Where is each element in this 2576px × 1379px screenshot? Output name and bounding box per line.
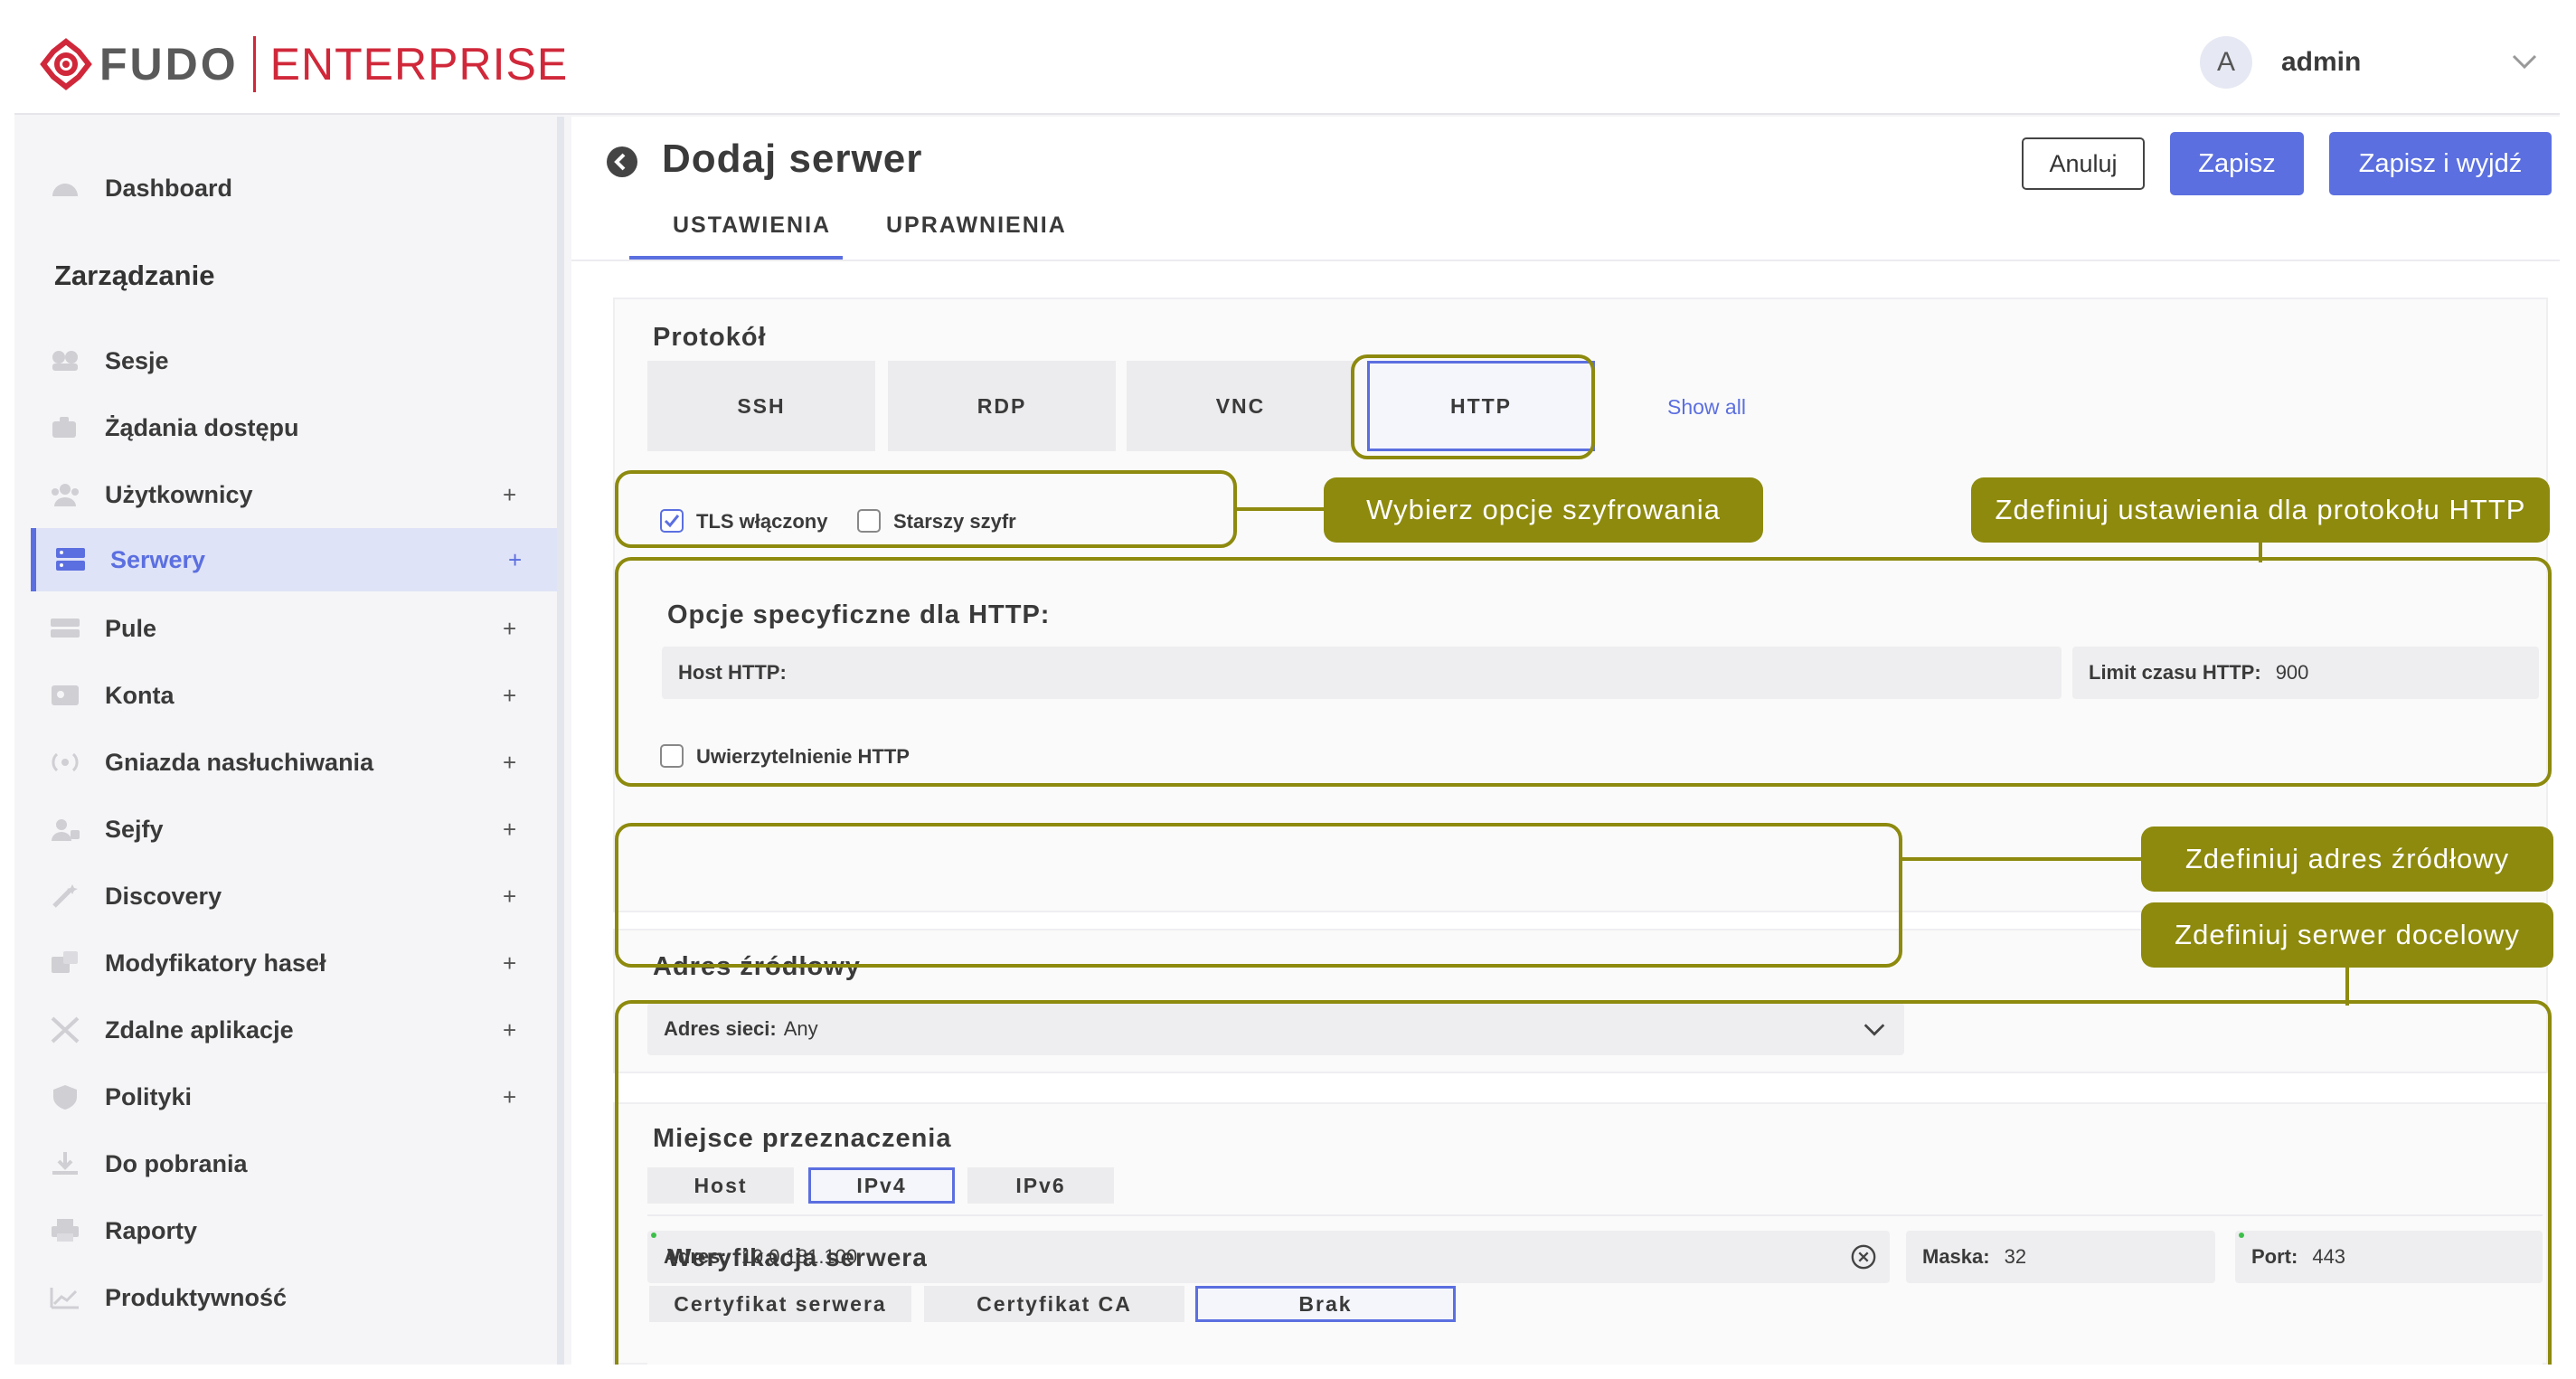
back-arrow-icon[interactable] (606, 146, 638, 178)
sidebar-item-label: Modyfikatory haseł (105, 949, 326, 977)
listeners-icon (52, 752, 79, 772)
accounts-icon (52, 685, 79, 705)
download-icon (52, 1152, 78, 1175)
sidebar-item-label: Dashboard (105, 174, 233, 202)
sidebar: Dashboard Zarządzanie Sesje Żądania dost… (14, 117, 564, 1365)
add-safe-button[interactable]: + (503, 816, 516, 844)
sidebar-item-raporty[interactable]: Raporty (14, 1199, 557, 1262)
sidebar-item-label: Polityki (105, 1082, 193, 1110)
http-settings-annotation: Zdefiniuj ustawienia dla protokołu HTTP (1971, 477, 2550, 543)
cancel-button[interactable]: Anuluj (2022, 137, 2145, 190)
sidebar-section-title: Zarządzanie (54, 260, 215, 291)
page-title: Dodaj serwer (662, 137, 923, 181)
sidebar-item-pule[interactable]: Pule + (14, 597, 557, 660)
target-server-annotation: Zdefiniuj serwer docelowy (2141, 902, 2553, 968)
protocol-ssh-button[interactable]: SSH (647, 361, 875, 451)
add-pool-button[interactable]: + (503, 615, 516, 643)
protocol-label: Protokół (653, 323, 767, 352)
sidebar-item-label: Użytkownicy (105, 480, 253, 508)
dashboard-icon (52, 184, 78, 196)
sidebar-item-label: Gniazda nasłuchiwania (105, 748, 374, 776)
sidebar-item-label: Sejfy (105, 815, 164, 843)
sidebar-item-label: Discovery (105, 882, 222, 910)
users-icon (52, 484, 79, 506)
sidebar-item-label: Raporty (105, 1216, 198, 1244)
sidebar-item-gniazda[interactable]: Gniazda nasłuchiwania + (14, 731, 557, 794)
sidebar-item-konta[interactable]: Konta + (14, 664, 557, 727)
sidebar-item-produktywnosc[interactable]: Produktywność (14, 1266, 557, 1329)
access-requests-icon (52, 417, 76, 438)
http-protocol-highlight (1351, 354, 1595, 459)
tab-ustawienia[interactable]: USTAWIENIA (673, 213, 831, 239)
add-server-button[interactable]: + (508, 546, 522, 574)
sessions-icon (52, 351, 78, 371)
add-policy-button[interactable]: + (503, 1083, 516, 1111)
source-connector (1902, 857, 2145, 861)
chevron-down-icon[interactable] (2510, 47, 2539, 76)
sidebar-item-dashboard[interactable]: Dashboard (14, 156, 557, 220)
brand-divider (252, 36, 256, 92)
encryption-options-highlight (615, 470, 1237, 548)
add-user-button[interactable]: + (503, 481, 516, 509)
sidebar-item-label: Pule (105, 614, 157, 642)
sidebar-item-label: Żądania dostępu (105, 413, 299, 441)
brand-edition: ENTERPRISE (269, 39, 569, 90)
sidebar-item-discovery[interactable]: Discovery + (14, 864, 557, 928)
fudo-logo-icon (40, 38, 92, 90)
source-address-annotation: Zdefiniuj adres źródłowy (2141, 826, 2553, 892)
top-header: FUDO ENTERPRISE A admin (14, 14, 2560, 115)
sidebar-item-sesje[interactable]: Sesje (14, 329, 557, 392)
sidebar-item-do-pobrania[interactable]: Do pobrania (14, 1132, 557, 1195)
sidebar-item-serwery[interactable]: Serwery + (31, 528, 557, 591)
save-button[interactable]: Zapisz (2170, 132, 2304, 195)
add-discovery-button[interactable]: + (503, 883, 516, 911)
sidebar-item-label: Do pobrania (105, 1149, 248, 1177)
add-account-button[interactable]: + (503, 682, 516, 710)
sidebar-item-label: Produktywność (105, 1283, 288, 1311)
servers-icon (56, 548, 85, 571)
user-name[interactable]: admin (2281, 47, 2361, 78)
productivity-icon (50, 1288, 79, 1309)
show-all-link[interactable]: Show all (1667, 395, 1746, 420)
sidebar-item-label: Serwery (110, 545, 206, 573)
tabs-divider (571, 260, 2560, 261)
add-password-changer-button[interactable]: + (503, 949, 516, 978)
sidebar-item-label: Sesje (105, 346, 169, 374)
add-remote-app-button[interactable]: + (503, 1016, 516, 1044)
pools-icon (51, 619, 80, 638)
policies-icon (53, 1085, 77, 1110)
sidebar-item-polityki[interactable]: Polityki + (14, 1065, 557, 1129)
sidebar-item-label: Konta (105, 681, 175, 709)
tab-uprawnienia[interactable]: UPRAWNIENIA (886, 213, 1067, 239)
sidebar-item-zdalne-aplikacje[interactable]: Zdalne aplikacje + (14, 998, 557, 1062)
fudo-logo[interactable]: FUDO ENTERPRISE (40, 34, 568, 94)
discovery-icon (52, 884, 78, 908)
sidebar-item-uzytkownicy[interactable]: Użytkownicy + (14, 463, 557, 526)
save-and-exit-button[interactable]: Zapisz i wyjdź (2329, 132, 2552, 195)
source-address-highlight (615, 823, 1902, 968)
sidebar-item-sejfy[interactable]: Sejfy + (14, 798, 557, 861)
active-tab-indicator (629, 256, 843, 260)
remote-apps-icon (51, 1016, 80, 1044)
destination-highlight (615, 1000, 2552, 1365)
avatar[interactable]: A (2200, 36, 2252, 89)
brand-name: FUDO (99, 39, 239, 90)
add-listener-button[interactable]: + (503, 749, 516, 777)
sidebar-item-zadania-dostepu[interactable]: Żądania dostępu (14, 396, 557, 459)
user-menu[interactable]: A admin (2200, 36, 2361, 89)
password-changers-icon (52, 951, 78, 973)
safes-icon (52, 819, 80, 841)
protocol-rdp-button[interactable]: RDP (888, 361, 1116, 451)
app-window: FUDO ENTERPRISE A admin Dashboard Zarząd… (14, 14, 2560, 1365)
reports-icon (52, 1219, 79, 1242)
sidebar-item-label: Zdalne aplikacje (105, 1015, 294, 1044)
protocol-vnc-button[interactable]: VNC (1127, 361, 1354, 451)
sidebar-item-modyfikatory[interactable]: Modyfikatory haseł + (14, 931, 557, 995)
encryption-annotation: Wybierz opcje szyfrowania (1324, 477, 1763, 543)
http-options-highlight (615, 557, 2552, 787)
